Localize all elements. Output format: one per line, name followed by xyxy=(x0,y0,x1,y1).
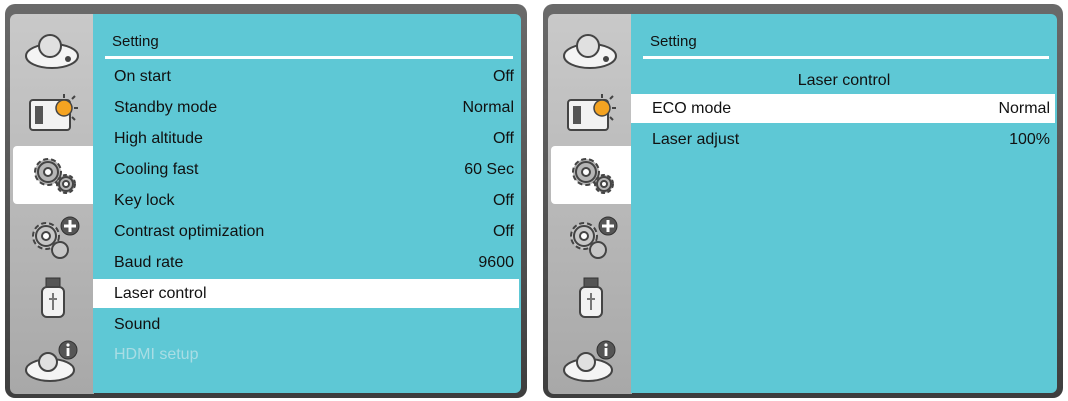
laser-control-menu: Setting Laser control ECO mode Normal La… xyxy=(631,14,1057,393)
tab-display[interactable] xyxy=(551,84,632,142)
menu-item-standby-mode[interactable]: Standby mode Normal xyxy=(93,93,519,122)
usb-drive-icon xyxy=(40,277,65,318)
menu-title: Setting xyxy=(93,14,521,59)
tab-usb[interactable] xyxy=(13,270,94,328)
item-value: Off xyxy=(492,222,514,240)
item-label: ECO mode xyxy=(652,99,732,117)
projector-info-icon xyxy=(562,340,615,382)
sidebar xyxy=(548,14,632,394)
item-value: Off xyxy=(492,129,514,147)
menu-item-baud-rate[interactable]: Baud rate 9600 xyxy=(93,248,519,277)
item-value: Off xyxy=(492,191,514,209)
item-label: Laser adjust xyxy=(652,130,740,148)
item-value: 9600 xyxy=(478,253,514,271)
projector-input-icon xyxy=(562,34,617,69)
item-label: Laser control xyxy=(114,284,207,302)
menu-item-eco-mode[interactable]: ECO mode Normal xyxy=(631,94,1055,123)
menu-item-sound[interactable]: Sound xyxy=(93,310,519,339)
menu-item-contrast-optimization[interactable]: Contrast optimization Off xyxy=(93,217,519,246)
menu-item-laser-adjust[interactable]: Laser adjust 100% xyxy=(631,125,1055,154)
tab-usb[interactable] xyxy=(551,270,632,328)
item-label: HDMI setup xyxy=(114,345,199,363)
tab-info[interactable] xyxy=(13,332,94,390)
menu-item-laser-control[interactable]: Laser control xyxy=(93,279,519,308)
tab-expanded-setting[interactable] xyxy=(13,208,94,266)
setting-menu: Setting On start Off Standby mode Normal… xyxy=(93,14,521,393)
tab-setting[interactable] xyxy=(13,146,94,204)
submenu-title: Laser control xyxy=(797,72,891,89)
projector-info-icon xyxy=(24,340,77,382)
projector-display-icon xyxy=(28,94,78,131)
menu-item-hdmi-setup: HDMI setup xyxy=(93,340,519,369)
tab-input[interactable] xyxy=(13,20,94,78)
item-label: Baud rate xyxy=(114,253,184,271)
item-label: Cooling fast xyxy=(114,160,199,178)
usb-drive-icon xyxy=(578,277,603,318)
setting-gears-icon xyxy=(33,158,76,194)
item-label: On start xyxy=(114,67,171,85)
menu-item-on-start[interactable]: On start Off xyxy=(93,62,519,91)
item-value: Normal xyxy=(998,99,1050,117)
item-value: 100% xyxy=(1009,130,1050,148)
tab-info[interactable] xyxy=(551,332,632,390)
settings-panel-left: Setting On start Off Standby mode Normal… xyxy=(5,4,527,398)
projector-display-icon xyxy=(566,94,616,131)
menu-title: Setting xyxy=(631,14,1057,59)
expanded-setting-gears-icon xyxy=(569,216,617,259)
tab-setting[interactable] xyxy=(551,146,632,204)
menu-item-high-altitude[interactable]: High altitude Off xyxy=(93,124,519,153)
menu-item-key-lock[interactable]: Key lock Off xyxy=(93,186,519,215)
item-value: Off xyxy=(492,67,514,85)
menu-item-cooling-fast[interactable]: Cooling fast 60 Sec xyxy=(93,155,519,184)
item-label: Contrast optimization xyxy=(114,222,265,240)
tab-input[interactable] xyxy=(551,20,632,78)
item-label: Key lock xyxy=(114,191,175,209)
item-label: Sound xyxy=(114,315,161,333)
item-label: Standby mode xyxy=(114,98,218,116)
expanded-setting-gears-icon xyxy=(31,216,79,259)
item-value: 60 Sec xyxy=(464,160,514,178)
item-label: High altitude xyxy=(114,129,203,147)
tab-expanded-setting[interactable] xyxy=(551,208,632,266)
projector-input-icon xyxy=(24,34,79,69)
item-value: Normal xyxy=(462,98,514,116)
setting-gears-icon xyxy=(571,158,614,194)
settings-panel-right: Setting Laser control ECO mode Normal La… xyxy=(543,4,1063,398)
sidebar xyxy=(10,14,94,394)
tab-display[interactable] xyxy=(13,84,94,142)
